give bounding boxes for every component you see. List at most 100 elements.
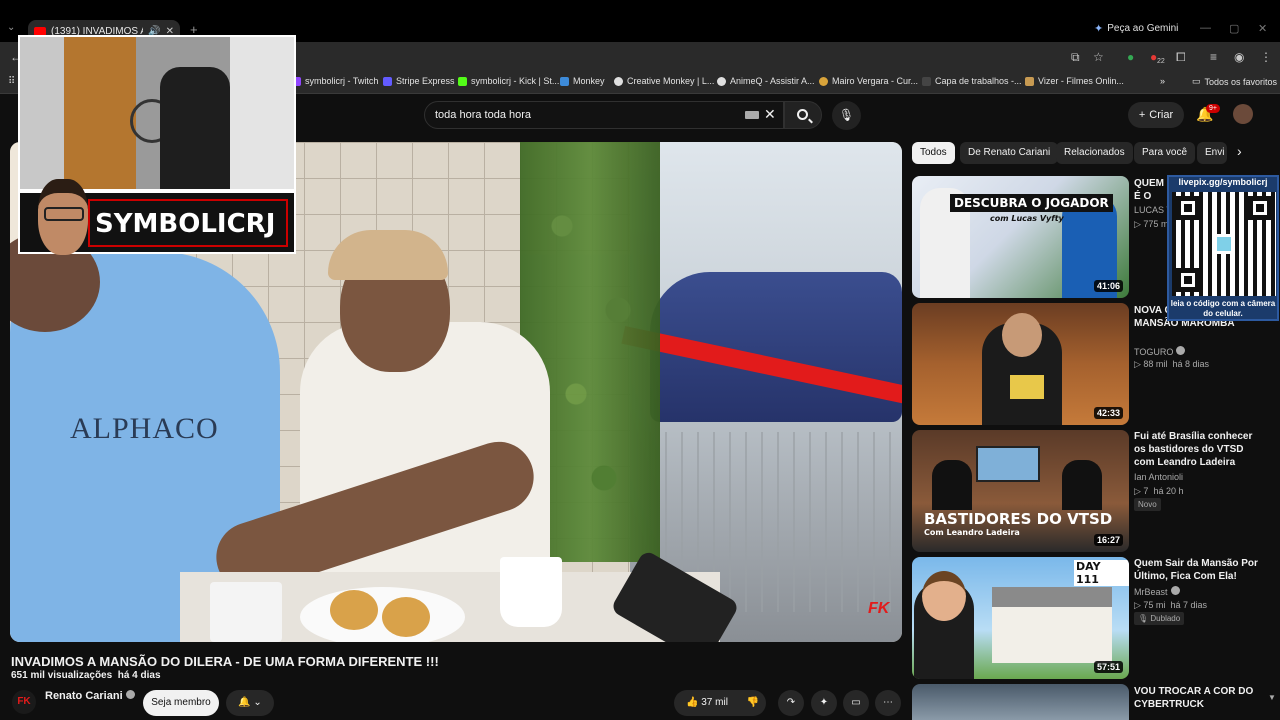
cam-wall — [20, 37, 64, 189]
rec-channel[interactable]: Ian Antonioli — [1134, 472, 1183, 482]
create-button[interactable]: + Criar — [1128, 102, 1184, 128]
join-button[interactable]: Seja membro — [143, 690, 219, 716]
bookmark-item[interactable]: symbolicrj - Kick | St... — [458, 76, 559, 86]
notifications-badge: 9+ — [1206, 104, 1220, 113]
video-watermark: FK — [868, 600, 890, 617]
clear-search-icon[interactable]: ✕ — [764, 106, 776, 123]
rec-thumb-text: DESCUBRA O JOGADOR — [950, 194, 1113, 212]
gemini-label: Peça ao Gemini — [1107, 23, 1179, 34]
gemini-sparkle-icon: ✦ — [1094, 23, 1104, 35]
bookmark-item[interactable]: symbolicrj - Twitch — [292, 76, 378, 86]
thumb-egg-box — [1010, 375, 1044, 399]
rec-thumb-text: DAY 111 — [1074, 560, 1129, 586]
chip-all[interactable]: Todos — [912, 142, 955, 164]
rec-title[interactable]: Fui até Brasília conhecer os bastidores … — [1134, 430, 1264, 469]
qr-center-logo — [1214, 234, 1234, 254]
chevron-right-icon[interactable]: › — [1237, 143, 1242, 159]
thumb-tv — [976, 446, 1040, 482]
duration-badge: 41:06 — [1093, 280, 1123, 292]
bookmark-globe-icon — [717, 76, 726, 86]
voice-search-button[interactable]: 🎙 — [832, 101, 861, 130]
search-icon — [797, 109, 808, 120]
scroll-down-icon[interactable]: ▼ — [1268, 693, 1276, 702]
bookmark-item[interactable]: Monkey — [560, 76, 605, 86]
like-button[interactable]: 👍 37 mil — [674, 690, 742, 716]
bookmark-item[interactable]: AnimeQ - Assistir A... — [717, 76, 815, 86]
chip-from-channel[interactable]: De Renato Cariani — [960, 142, 1059, 164]
rec-thumb-text: BASTIDORES DO VTSD — [924, 510, 1113, 528]
cam-gaming-chair — [160, 67, 230, 189]
maximize-icon[interactable]: ▢ — [1229, 22, 1239, 35]
bookmark-item[interactable]: Capa de trabalhos -... — [922, 76, 1022, 86]
rec-channel[interactable]: MrBeast — [1134, 586, 1180, 597]
scene-cup — [210, 582, 282, 642]
streamer-webcam — [18, 35, 296, 191]
more-actions-button[interactable]: ⋯ — [875, 690, 901, 716]
rec-thumbnail[interactable]: BASTIDORES DO VTSD Com Leandro Ladeira 1… — [912, 430, 1129, 552]
rec-stats: ▷ 88 mil há 8 dias — [1134, 359, 1209, 369]
bookmark-item[interactable]: Creative Monkey | L... — [614, 76, 714, 86]
rec-stats: ▷ 775 m... — [1134, 219, 1168, 229]
bookmark-item[interactable]: Mairo Vergara - Cur... — [819, 76, 918, 86]
rec-title[interactable]: Quem Sair da Mansão Por Último, Fica Com… — [1134, 557, 1264, 583]
thumb-mansion — [992, 587, 1112, 663]
duration-badge: 16:27 — [1093, 534, 1123, 546]
dislike-button[interactable]: 👎 — [740, 690, 766, 716]
channel-name[interactable]: Renato Cariani — [45, 690, 135, 702]
rec-thumbnail[interactable]: 42:33 — [912, 303, 1129, 425]
chip-sent[interactable]: Envi — [1197, 142, 1227, 164]
hype-button[interactable]: ✦ — [811, 690, 837, 716]
account-avatar[interactable] — [1233, 104, 1253, 124]
search-input[interactable]: toda hora toda hora — [424, 101, 784, 129]
scene-cap — [328, 230, 448, 280]
folder-icon: ▭ — [1192, 76, 1201, 86]
video-meta: 651 mil visualizações há 4 dias — [11, 670, 161, 681]
rec-thumbnail[interactable]: DESCUBRA O JOGADOR com Lucas Vyfty 41:06 — [912, 176, 1129, 298]
subscribed-bell-button[interactable]: 🔔 ⌄ — [226, 690, 274, 716]
share-icon: ↷ — [786, 697, 796, 708]
tab-search-chevron-icon[interactable]: ⌄ — [7, 22, 15, 33]
microphone-icon: 🎙 — [838, 108, 855, 122]
rec-thumbnail[interactable] — [912, 684, 1129, 720]
minimize-icon[interactable]: — — [1200, 22, 1211, 34]
qr-finder — [1176, 268, 1200, 292]
bookmark-star-icon[interactable]: ☆ — [1093, 50, 1104, 64]
donation-url: livepix.gg/symbolicrj — [1178, 177, 1268, 187]
bookmark-stripe-icon — [383, 76, 392, 86]
gemini-button[interactable]: ✦ Peça ao Gemini — [1094, 22, 1178, 35]
chip-related[interactable]: Relacionados — [1056, 142, 1133, 164]
qr-finder — [1176, 196, 1200, 220]
share-button[interactable]: ↷ — [778, 690, 804, 716]
thumb-person — [1062, 460, 1102, 510]
extension-green-icon[interactable]: ● — [1127, 50, 1134, 64]
bookmark-item[interactable]: Vizer - Filmes Onlin... — [1025, 76, 1124, 86]
all-bookmarks-folder[interactable]: ▭ Todos os favoritos — [1192, 76, 1277, 87]
tab-list-icon[interactable]: ≡ — [1210, 50, 1217, 64]
save-button[interactable]: ▭ — [843, 690, 869, 716]
keyboard-icon[interactable] — [745, 111, 759, 119]
window-close-icon[interactable]: ✕ — [1258, 22, 1267, 35]
rec-channel[interactable]: TOGURO — [1134, 346, 1186, 357]
extensions-puzzle-icon[interactable]: ⧠ — [1176, 50, 1186, 65]
rec-stats: ▷ 7 há 20 h — [1134, 486, 1184, 496]
profile-icon[interactable]: ◉ — [1234, 50, 1244, 64]
chip-for-you[interactable]: Para você — [1134, 142, 1196, 164]
scene-bread — [330, 590, 378, 630]
rec-title[interactable]: VOU TROCAR A COR DO CYBERTRUCK — [1134, 685, 1264, 707]
browser-menu-icon[interactable]: ⋮ — [1260, 50, 1272, 64]
streamer-nameplate: SYMBOLICRJ — [18, 179, 296, 255]
bookmarks-overflow-icon[interactable]: » — [1160, 76, 1165, 86]
rec-title[interactable]: QUEM É O JOGADOR PROFIS... — [1134, 177, 1168, 203]
channel-avatar[interactable]: FK — [12, 690, 36, 714]
search-button[interactable] — [784, 101, 822, 129]
rec-channel[interactable]: LUCAS T... — [1134, 205, 1168, 215]
scene-coffee-cup — [500, 557, 562, 627]
streamer-avatar — [38, 179, 88, 255]
bookmark-site-icon — [819, 76, 828, 86]
apps-grid-icon[interactable]: ⠿ — [8, 76, 15, 87]
extension-badge: 22 — [1157, 58, 1165, 65]
rec-thumbnail[interactable]: DAY 111 57:51 — [912, 557, 1129, 679]
cast-icon[interactable]: ⧉ — [1071, 50, 1080, 65]
verified-icon — [1176, 346, 1186, 355]
bookmark-item[interactable]: Stripe Express — [383, 76, 455, 86]
